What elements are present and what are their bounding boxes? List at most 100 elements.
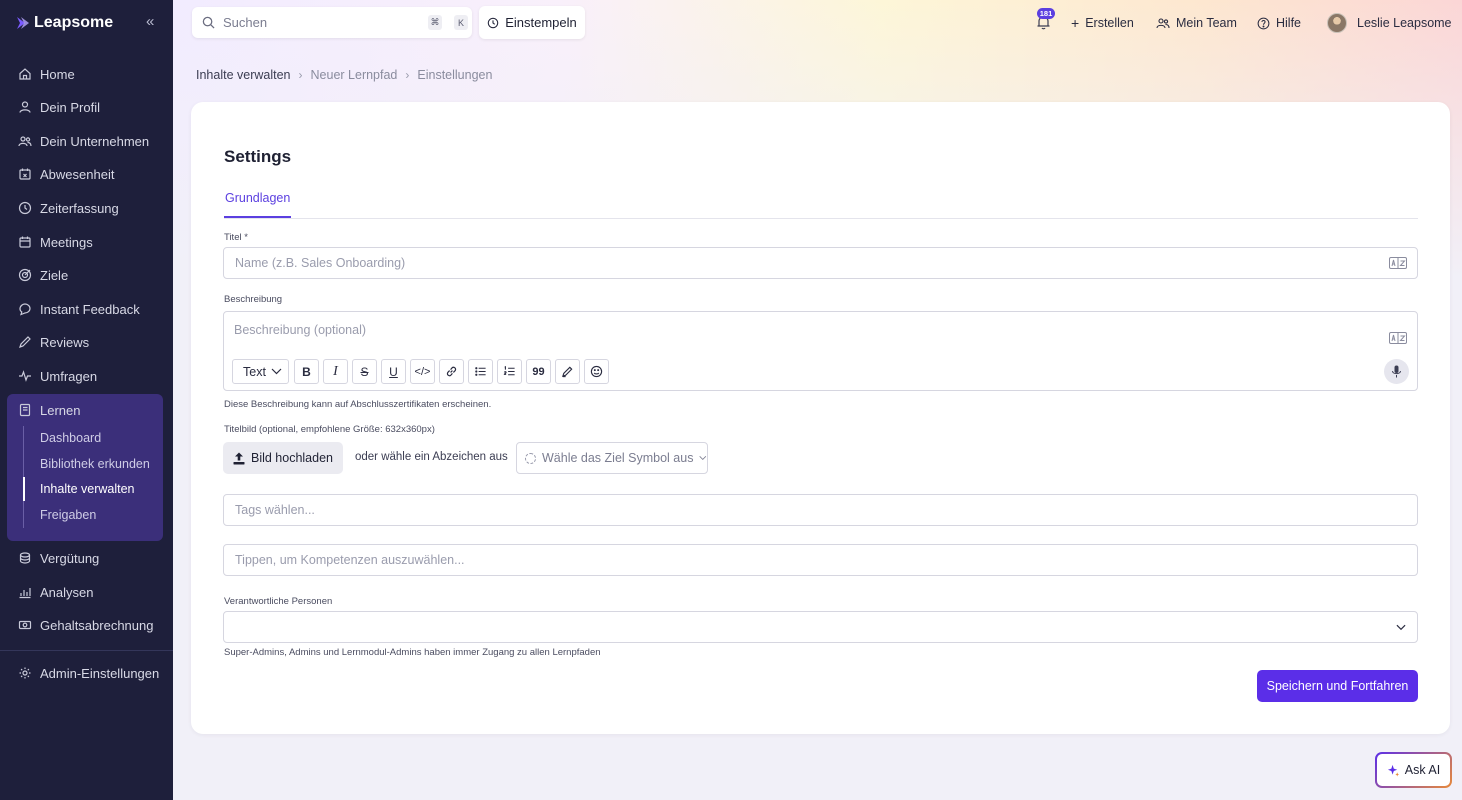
home-icon xyxy=(19,68,31,80)
breadcrumb: Inhalte verwalten › Neuer Lernpfad › Ein… xyxy=(196,68,492,82)
sidebar-item-reviews[interactable]: Reviews xyxy=(18,330,89,354)
logo-text: Leapsome xyxy=(34,14,114,31)
sidebar-item-payroll[interactable]: Gehaltsabrechnung xyxy=(18,613,153,637)
description-label: Beschreibung xyxy=(224,294,283,305)
sidebar-item-instant-feedback[interactable]: Instant Feedback xyxy=(18,297,140,321)
description-editor[interactable]: Beschreibung (optional) Text B I S U </>… xyxy=(223,311,1418,391)
sidebar-item-time-tracking[interactable]: Zeiterfassung xyxy=(18,196,119,220)
sidebar-item-analytics[interactable]: Analysen xyxy=(18,580,93,604)
text-style-select[interactable]: Text xyxy=(232,359,289,384)
emoji-button[interactable] xyxy=(584,359,609,384)
sidebar-item-learning[interactable]: Lernen xyxy=(18,398,80,422)
skills-input[interactable]: Tippen, um Kompetenzen auszuwählen... xyxy=(223,544,1418,576)
sidebar-item-company[interactable]: Dein Unternehmen xyxy=(18,129,149,153)
breadcrumb-item-manage-content[interactable]: Inhalte verwalten xyxy=(196,68,291,82)
numbered-list-icon xyxy=(503,365,515,376)
numbered-list-button[interactable] xyxy=(497,359,522,384)
smiley-icon xyxy=(590,365,603,378)
book-icon xyxy=(19,403,31,417)
clock-in-button[interactable]: Einstempeln xyxy=(479,6,585,39)
search-icon xyxy=(202,16,215,29)
notifications-badge: 181 xyxy=(1037,8,1055,19)
breadcrumb-item-new-path[interactable]: Neuer Lernpfad xyxy=(311,68,398,82)
sidebar-subitem-approvals[interactable]: Freigaben xyxy=(40,503,96,527)
sidebar-item-profile[interactable]: Dein Profil xyxy=(18,95,100,119)
translate-icon[interactable] xyxy=(1389,257,1407,269)
help-button[interactable]: Hilfe xyxy=(1257,14,1301,32)
bold-button[interactable]: B xyxy=(294,359,319,384)
link-icon xyxy=(446,366,457,377)
highlight-button[interactable] xyxy=(555,359,580,384)
chevron-right-icon: › xyxy=(405,68,410,82)
upload-icon xyxy=(233,452,245,464)
microphone-icon xyxy=(1392,365,1401,378)
avatar xyxy=(1327,13,1347,33)
breadcrumb-item-settings: Einstellungen xyxy=(417,68,493,82)
clock-icon xyxy=(18,201,32,215)
users-icon xyxy=(18,136,32,147)
sidebar-item-goals[interactable]: Ziele xyxy=(18,263,68,287)
sidebar: Leapsome « Home Dein Profil Dein Unterne… xyxy=(0,0,173,800)
sidebar-subitem-manage-content[interactable]: Inhalte verwalten xyxy=(40,477,135,501)
tags-input[interactable]: Tags wählen... xyxy=(223,494,1418,526)
sidebar-divider xyxy=(0,650,173,651)
owners-select[interactable] xyxy=(223,611,1418,643)
clock-icon xyxy=(487,17,499,28)
owners-hint: Super-Admins, Admins und Lernmodul-Admin… xyxy=(224,647,601,658)
quote-icon: 99 xyxy=(532,365,545,378)
bold-icon: B xyxy=(302,364,311,379)
create-button[interactable]: + Erstellen xyxy=(1071,14,1134,32)
coins-icon xyxy=(19,552,31,564)
sidebar-item-home[interactable]: Home xyxy=(18,62,75,86)
calendar-icon xyxy=(19,236,31,248)
help-icon xyxy=(1257,17,1270,29)
plus-icon: + xyxy=(1071,15,1080,31)
sidebar-item-admin-settings[interactable]: Admin-Einstellungen xyxy=(18,661,159,685)
sidebar-item-surveys[interactable]: Umfragen xyxy=(18,364,97,388)
chevron-down-icon xyxy=(1396,624,1406,631)
chart-icon xyxy=(19,588,31,599)
link-button[interactable] xyxy=(439,359,464,384)
title-input[interactable]: Name (z.B. Sales Onboarding) xyxy=(223,247,1418,279)
pen-icon xyxy=(19,336,31,348)
leapsome-logo-icon xyxy=(17,17,29,29)
calendar-x-icon xyxy=(19,168,31,180)
italic-button[interactable]: I xyxy=(323,359,348,384)
pulse-icon xyxy=(19,370,31,382)
search-placeholder: Suchen xyxy=(223,15,268,30)
ask-ai-button[interactable]: Ask AI xyxy=(1375,752,1452,788)
logo[interactable]: Leapsome xyxy=(16,14,113,32)
strikethrough-button[interactable]: S xyxy=(352,359,377,384)
save-and-continue-button[interactable]: Speichern und Fortfahren xyxy=(1257,670,1418,702)
microphone-button[interactable] xyxy=(1384,359,1409,384)
description-hint: Diese Beschreibung kann auf Abschlusszer… xyxy=(224,399,492,410)
dashed-circle-icon xyxy=(525,452,536,464)
collapse-sidebar-icon[interactable]: « xyxy=(146,13,154,30)
page-title: Settings xyxy=(224,147,292,166)
tab-divider xyxy=(224,218,1418,219)
tab-basics[interactable]: Grundlagen xyxy=(224,191,292,218)
sidebar-item-compensation[interactable]: Vergütung xyxy=(18,546,99,570)
editor-toolbar: Text B I S U </> 99 xyxy=(232,359,609,384)
code-button[interactable]: </> xyxy=(410,359,435,384)
ask-ai-inner: Ask AI xyxy=(1377,754,1450,786)
shortcut-key-k: K xyxy=(454,15,468,30)
skills-placeholder: Tippen, um Kompetenzen auszuwählen... xyxy=(235,553,465,567)
quote-button[interactable]: 99 xyxy=(526,359,551,384)
code-icon: </> xyxy=(414,365,431,378)
chevron-down-icon xyxy=(699,455,707,460)
bullet-list-button[interactable] xyxy=(468,359,493,384)
upload-image-button[interactable]: Bild hochladen xyxy=(223,442,343,474)
underline-button[interactable]: U xyxy=(381,359,406,384)
underline-icon: U xyxy=(389,364,398,379)
my-team-button[interactable]: Mein Team xyxy=(1156,14,1237,32)
sidebar-item-meetings[interactable]: Meetings xyxy=(18,230,93,254)
translate-icon[interactable] xyxy=(1389,332,1407,344)
user-menu[interactable]: Leslie Leapsome xyxy=(1327,12,1452,34)
search-bar[interactable]: Suchen ⌘ K xyxy=(192,7,472,38)
sidebar-subitem-library[interactable]: Bibliothek erkunden xyxy=(40,452,150,476)
badge-symbol-select[interactable]: Wähle das Ziel Symbol aus xyxy=(516,442,708,474)
sidebar-item-absence[interactable]: Abwesenheit xyxy=(18,162,114,186)
sidebar-subitem-dashboard[interactable]: Dashboard xyxy=(40,426,101,450)
bullet-list-icon xyxy=(475,367,486,376)
